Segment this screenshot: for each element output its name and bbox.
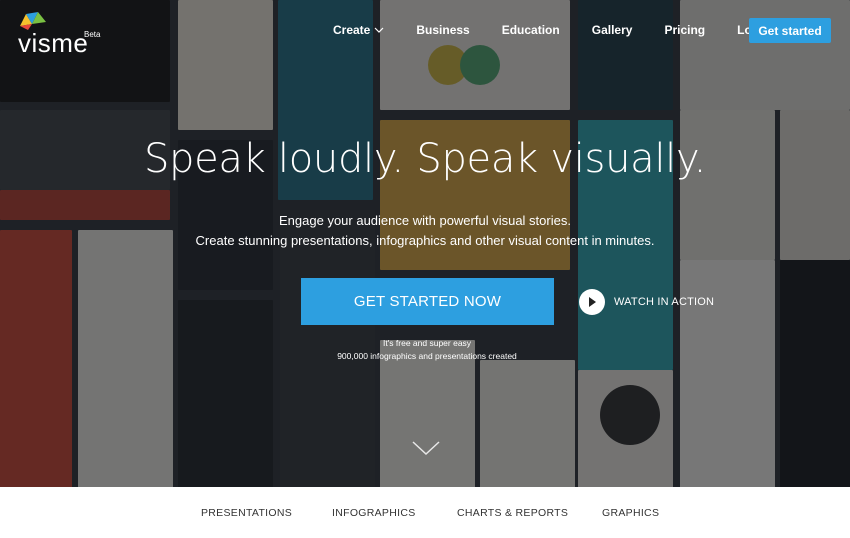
nav-item-create[interactable]: Create <box>333 23 384 37</box>
play-icon <box>589 297 596 307</box>
tab-infographics[interactable]: INFOGRAPHICS <box>332 507 416 519</box>
chevron-down-icon <box>374 27 384 33</box>
get-started-now-button[interactable]: GET STARTED NOW <box>301 278 554 325</box>
tab-graphics[interactable]: GRAPHICS <box>602 507 659 519</box>
top-navigation-bar: visme Beta Create Business Education Gal… <box>0 0 850 62</box>
hero-section: visme Beta Create Business Education Gal… <box>0 0 850 487</box>
created-count-note: 900,000 infographics and presentations c… <box>337 351 517 361</box>
scroll-down-icon[interactable] <box>411 440 441 456</box>
nav-item-education[interactable]: Education <box>502 23 560 37</box>
nav-item-business[interactable]: Business <box>416 23 469 37</box>
watch-in-action-link[interactable]: WATCH IN ACTION <box>579 289 714 315</box>
tab-presentations[interactable]: PRESENTATIONS <box>201 507 292 519</box>
free-note: It's free and super easy <box>382 338 472 348</box>
category-tabs: PRESENTATIONS INFOGRAPHICS CHARTS & REPO… <box>0 487 850 538</box>
visme-logo[interactable]: visme Beta <box>16 10 108 58</box>
play-button[interactable] <box>579 289 605 315</box>
main-nav: Create Business Education Gallery Pricin… <box>333 18 805 42</box>
nav-item-label: Create <box>333 23 371 37</box>
brand-name: visme <box>18 28 89 58</box>
nav-item-gallery[interactable]: Gallery <box>592 23 633 37</box>
hero-headline: Speak loudly. Speak visually. <box>143 136 707 182</box>
hero-subline-1: Engage your audience with powerful visua… <box>279 213 571 228</box>
nav-item-pricing[interactable]: Pricing <box>664 23 705 37</box>
hero-subline-2: Create stunning presentations, infograph… <box>195 233 655 248</box>
tab-charts-reports[interactable]: CHARTS & REPORTS <box>457 507 568 519</box>
beta-badge: Beta <box>84 30 101 39</box>
get-started-nav-button[interactable]: Get started <box>749 18 831 43</box>
watch-in-action-label: WATCH IN ACTION <box>614 296 715 308</box>
